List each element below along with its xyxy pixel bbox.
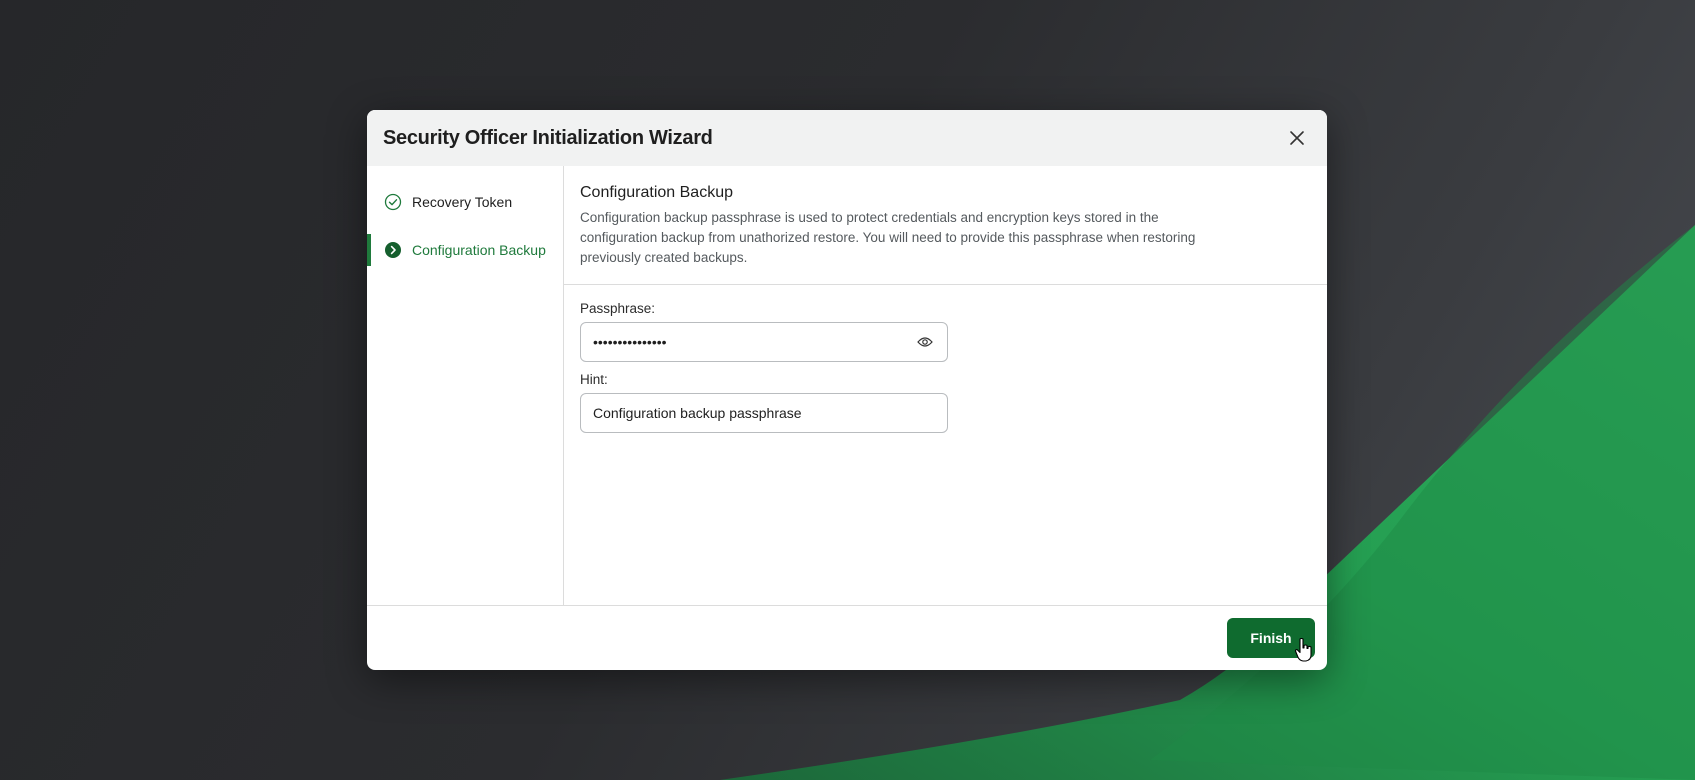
close-icon <box>1290 131 1304 145</box>
hint-field <box>580 393 948 433</box>
step-content: Configuration Backup Configuration backu… <box>564 166 1327 605</box>
passphrase-input[interactable] <box>593 334 913 350</box>
wizard-dialog: Security Officer Initialization Wizard R… <box>367 110 1327 670</box>
dialog-footer: Finish <box>367 606 1327 669</box>
finish-button[interactable]: Finish <box>1227 617 1315 658</box>
dialog-body: Recovery Token Configuration Backup Conf… <box>367 166 1327 606</box>
step-configuration-backup[interactable]: Configuration Backup <box>367 234 563 266</box>
section-description: Configuration backup passphrase is used … <box>580 210 1196 265</box>
passphrase-field <box>580 322 948 362</box>
eye-icon <box>917 337 933 347</box>
dialog-header: Security Officer Initialization Wizard <box>367 110 1327 166</box>
section-header: Configuration Backup Configuration backu… <box>564 166 1327 285</box>
wizard-steps: Recovery Token Configuration Backup <box>367 166 564 605</box>
backup-form: Passphrase: Hint: <box>564 285 1327 459</box>
check-circle-icon <box>384 193 402 211</box>
section-title: Configuration Backup <box>580 184 733 201</box>
close-button[interactable] <box>1283 124 1311 152</box>
step-label: Recovery Token <box>412 194 513 210</box>
chevron-right-circle-icon <box>384 241 402 259</box>
hint-label: Hint: <box>580 372 608 387</box>
dialog-title: Security Officer Initialization Wizard <box>383 126 713 149</box>
show-password-button[interactable] <box>913 330 937 354</box>
passphrase-label: Passphrase: <box>580 301 656 316</box>
hint-input[interactable] <box>593 405 937 421</box>
step-recovery-token[interactable]: Recovery Token <box>367 186 563 218</box>
step-label: Configuration Backup <box>412 242 546 258</box>
